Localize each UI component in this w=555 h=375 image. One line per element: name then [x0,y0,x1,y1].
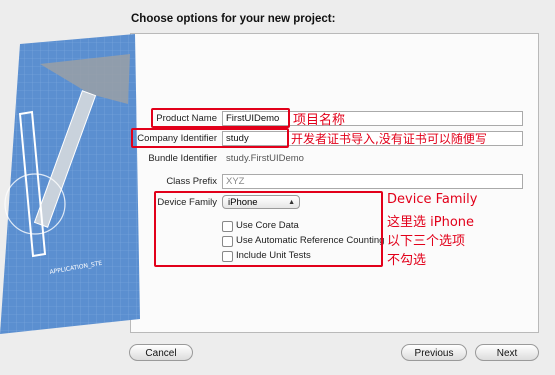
device-family-annotation-1: Device Family [387,192,478,207]
bundle-identifier-label: Bundle Identifier [148,153,217,164]
next-button[interactable]: Next [475,344,539,361]
previous-button[interactable]: Previous [401,344,467,361]
device-family-annotation-2: 这里选 iPhone [387,215,475,230]
device-family-highlight [154,191,383,267]
xcode-blueprint-icon: APPLICATION_STE [0,34,140,334]
class-prefix-field[interactable]: XYZ [222,174,523,189]
class-prefix-label: Class Prefix [166,176,217,187]
dialog-title: Choose options for your new project: [131,13,336,25]
product-name-highlight [151,108,290,128]
product-name-annotation: 项目名称 [293,113,346,128]
device-family-annotation-4: 不勾选 [387,253,427,268]
company-identifier-highlight [131,128,289,148]
bundle-identifier-value: study.FirstUIDemo [226,153,304,164]
company-identifier-annotation: 开发者证书导入,没有证书可以随便写 [291,132,487,146]
cancel-button[interactable]: Cancel [129,344,193,361]
device-family-annotation-3: 以下三个选项 [387,234,466,249]
